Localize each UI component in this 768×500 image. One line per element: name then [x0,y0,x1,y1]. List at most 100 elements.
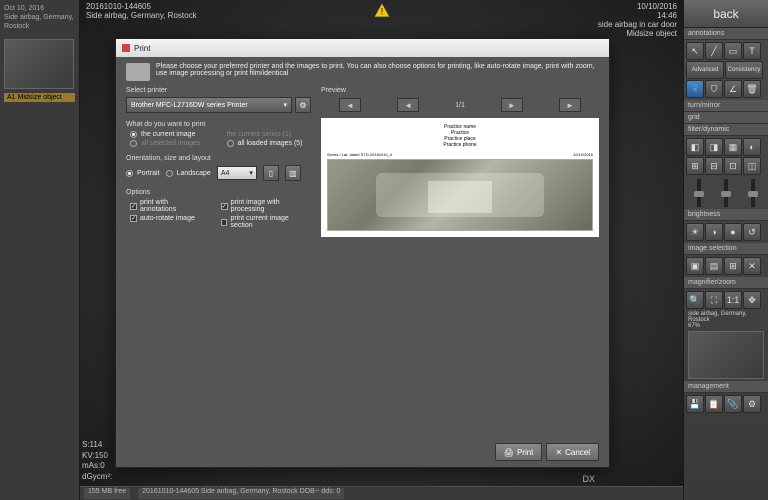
bright-btn-2[interactable]: ◑ [705,223,723,241]
preview-title: Preview [321,87,599,94]
printer-select[interactable]: Brother MFC-L2716DW series Printer▾ [126,97,292,113]
imgsel-btn-4[interactable]: ✕ [743,257,761,275]
next-page-button-2[interactable]: ► [559,98,581,112]
filter-btn-1[interactable]: ◧ [686,138,704,156]
header-title: Side airbag, Germany, Rostock [86,11,197,20]
nav-thumbnail[interactable] [688,331,764,379]
imgsel-btn-1[interactable]: ▣ [686,257,704,275]
bright-btn-4[interactable]: ↺ [743,223,761,241]
print-dialog: Print Please choose your preferred print… [115,38,610,468]
modality-label: DX [582,474,595,484]
tool-shield-icon[interactable]: ⛉ [705,80,723,98]
zoom-in-icon[interactable]: 🔍 [686,291,704,309]
mgmt-btn-2[interactable]: 📋 [705,395,723,413]
thumbnail-label: A1 Midsize object [4,93,75,102]
filter-btn-5[interactable]: ⊞ [686,157,704,175]
filter-btn-6[interactable]: ⊟ [705,157,723,175]
dialog-description: Please choose your preferred printer and… [116,57,609,87]
tool-arrow-icon[interactable]: ↖ [686,42,704,60]
sec-options: Options [126,189,311,196]
section-filter: filter/dynamic [684,124,768,136]
dialog-titlebar: Print [116,39,609,57]
preview-page: Practice name Practice Practice place Pr… [321,118,599,237]
slider-2[interactable] [724,179,728,207]
mgmt-btn-4[interactable]: ⚙ [743,395,761,413]
bright-btn-1[interactable]: ☀ [686,223,704,241]
prev-page-button[interactable]: ◄ [339,98,361,112]
app-icon [122,44,130,52]
section-annot: annotations [684,28,768,40]
tool-trash-icon[interactable]: 🗑 [743,80,761,98]
header-tag: Midsize object [598,29,677,38]
printer-settings-button[interactable]: ⚙ [295,97,311,113]
svg-text:!: ! [380,6,382,16]
imgsel-btn-2[interactable]: ▤ [705,257,723,275]
radio-loaded[interactable]: all loaded images (5) [227,140,303,147]
preview-image [327,159,593,231]
chevron-down-icon: ▾ [283,101,287,109]
filter-btn-2[interactable]: ◨ [705,138,723,156]
filter-btn-3[interactable]: ▦ [724,138,742,156]
filter-sliders [684,177,768,209]
section-turn: turn/mirror [684,100,768,112]
printer-icon: 🖨 [504,448,514,457]
header-time: 14:46 [598,11,677,20]
tool-pointer-icon[interactable]: ☟ [686,80,704,98]
tool-text-icon[interactable]: T [743,42,761,60]
header-id: 20161010-144605 [86,2,197,11]
tool-line-icon[interactable]: ╱ [705,42,723,60]
radio-current[interactable]: the current image [130,131,201,138]
thumbnail-panel: Oct 10, 2016 Side airbag, Germany, Rosto… [0,0,80,500]
advanced-button[interactable]: Advanced [686,61,724,79]
section-mag: magnifier/zoom [684,277,768,289]
status-file: 20161010-144605 Side airbag, Germany, Ro… [138,488,344,499]
warning-icon[interactable]: ! [373,2,391,20]
tool-panel: back annotations ↖ ╱ ▭ T Advanced Consis… [683,0,768,500]
mgmt-btn-3[interactable]: 📎 [724,395,742,413]
thumbnail-image[interactable] [4,39,74,89]
cancel-button[interactable]: ✕Cancel [546,443,599,461]
chk-autorotate[interactable]: ✓auto-rotate image [130,215,203,222]
slider-3[interactable] [751,179,755,207]
sec-printer: Select printer [126,87,311,94]
tool-angle-icon[interactable]: ∠ [724,80,742,98]
imgsel-btn-3[interactable]: ⊞ [724,257,742,275]
zoom-1to1-icon[interactable]: 1:1 [724,291,742,309]
dialog-title: Print [134,44,150,53]
chk-annot[interactable]: ✓print with annotations [130,199,203,213]
tool-rect-icon[interactable]: ▭ [724,42,742,60]
radio-current-series: the current series (1) [227,131,303,138]
layout-2up-button[interactable]: ▥ [285,165,301,181]
slider-1[interactable] [697,179,701,207]
status-bar: 155 MB free 20161010-144605 Side airbag,… [80,486,683,500]
prev-page-button-2[interactable]: ◄ [397,98,419,112]
print-button[interactable]: 🖨Print [495,443,543,461]
back-button[interactable]: back [684,0,768,28]
chk-section[interactable]: print current image section [221,215,311,229]
radio-selected: all selected images [130,140,201,147]
zoom-pan-icon[interactable]: ✥ [743,291,761,309]
radio-landscape[interactable]: Landscape [166,170,211,177]
next-page-button[interactable]: ► [501,98,523,112]
filter-btn-4[interactable]: ◐ [743,138,761,156]
printer-icon [126,63,150,81]
image-header: 20161010-144605 Side airbag, Germany, Ro… [80,0,683,30]
radio-portrait[interactable]: Portrait [126,170,160,177]
bright-btn-3[interactable]: ● [724,223,742,241]
layout-1up-button[interactable]: ▯ [263,165,279,181]
filter-btn-8[interactable]: ◫ [743,157,761,175]
section-mgmt: management [684,381,768,393]
header-date: 10/10/2016 [598,2,677,11]
thumb-meta: Oct 10, 2016 Side airbag, Germany, Rosto… [0,0,79,35]
sec-what: What do you want to print [126,121,311,128]
section-bright: brightness [684,209,768,221]
paper-size-select[interactable]: A4▾ [217,166,257,180]
print-preview: Preview ◄ ◄ 1/1 ► ► Practice name Practi… [321,87,599,237]
mgmt-btn-1[interactable]: 💾 [686,395,704,413]
chk-proc[interactable]: ✓print image with processing [221,199,311,213]
consistency-button[interactable]: Consistency [725,61,763,79]
header-desc: side airbag in car door [598,20,677,29]
filter-btn-7[interactable]: ⊡ [724,157,742,175]
zoom-fit-icon[interactable]: ⛶ [705,291,723,309]
section-imgsel: image selection [684,243,768,255]
